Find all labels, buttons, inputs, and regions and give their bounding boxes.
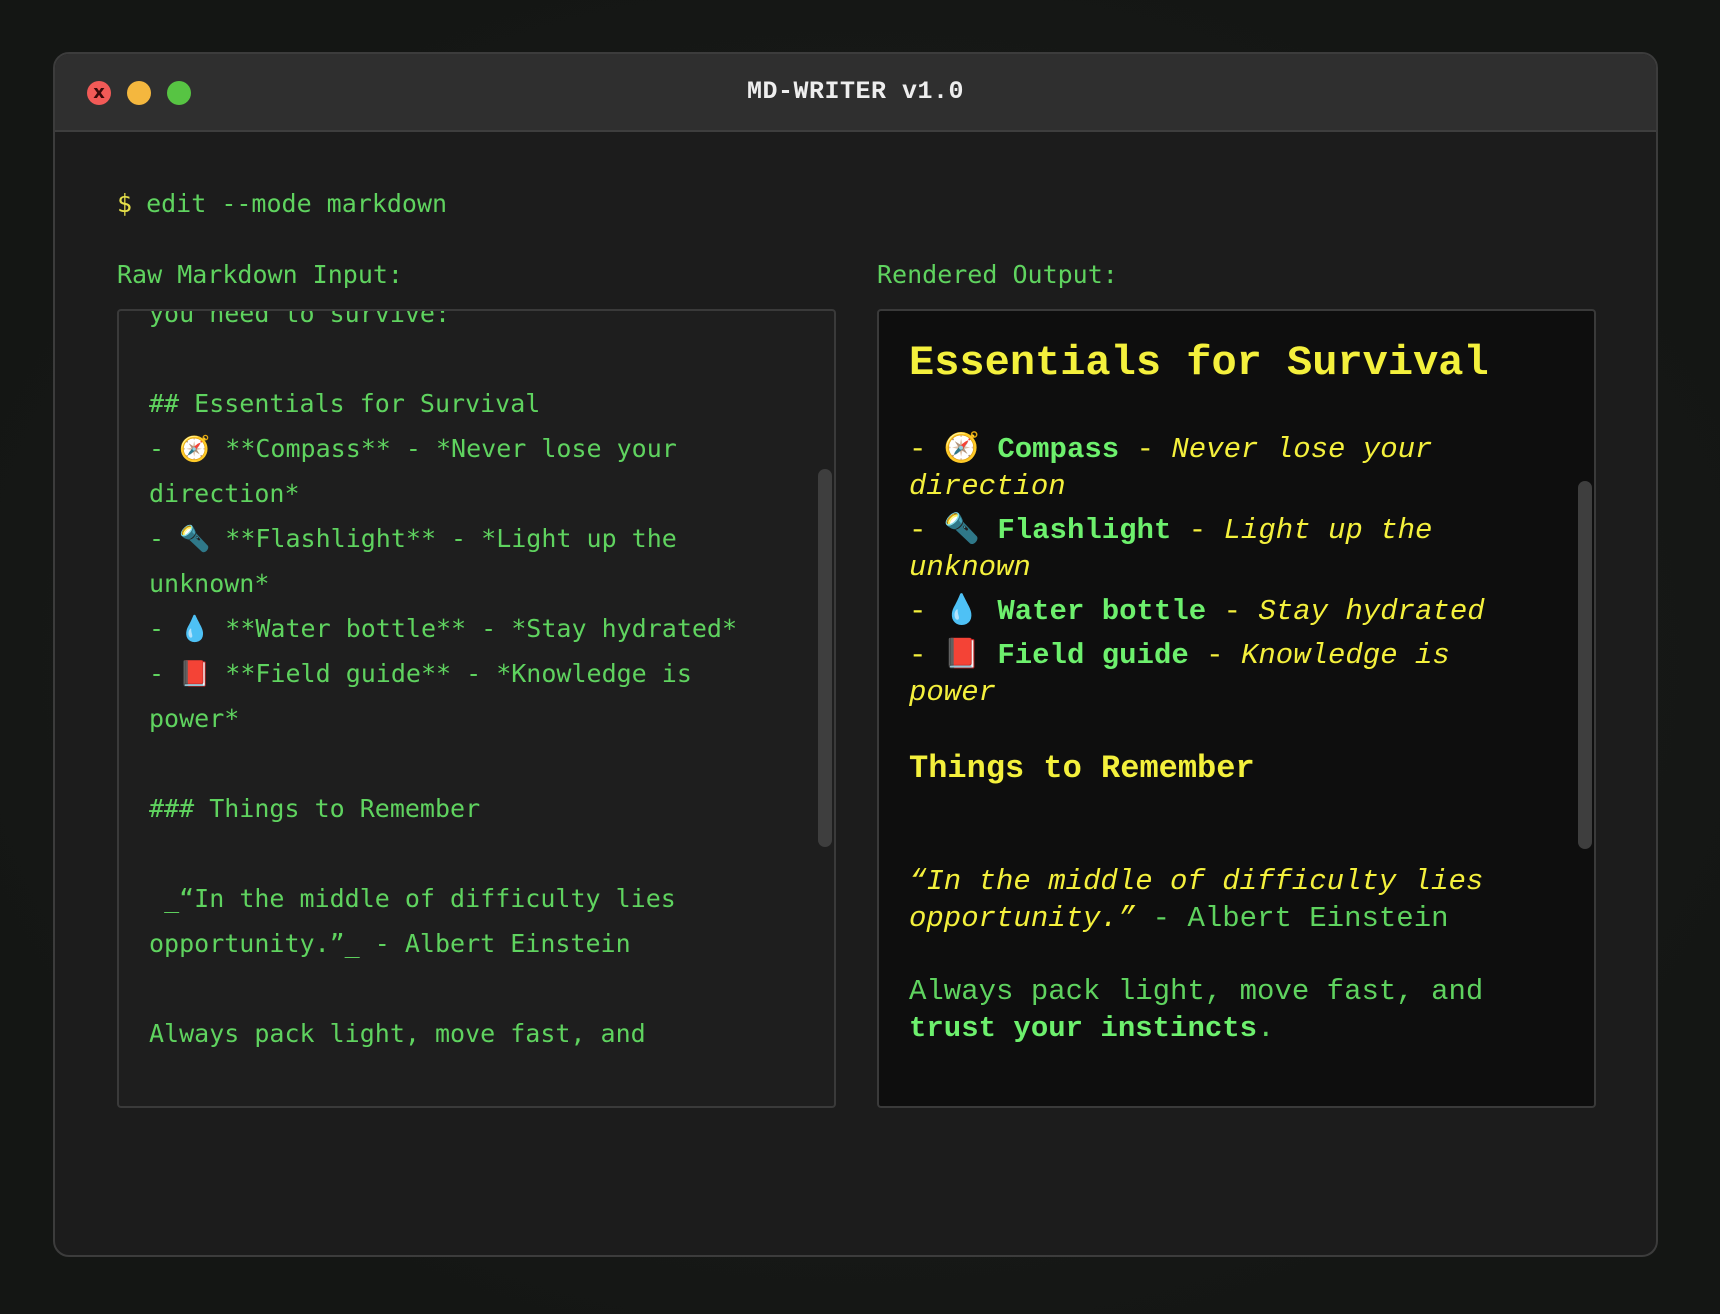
paragraph-end: .	[1257, 1012, 1275, 1045]
rendered-heading: Essentials for Survival	[909, 339, 1489, 387]
markdown-input-textarea[interactable]: you need to survive: ## Essentials for S…	[149, 311, 789, 1056]
item-sep: -	[1206, 639, 1224, 672]
list-item: - 🔦 Flashlight - Light up the unknown	[909, 510, 1549, 586]
compass-icon: 🧭	[943, 430, 980, 464]
paragraph-text: Always pack light, move fast, and	[909, 975, 1484, 1008]
item-bold: Water bottle	[997, 595, 1207, 628]
window-title: MD-WRITER v1.0	[746, 77, 965, 106]
output-label: Rendered Output:	[877, 260, 1118, 289]
list-item: - 💧 Water bottle - Stay hydrated	[909, 591, 1549, 630]
prompt-symbol: $	[117, 189, 133, 218]
quote-attribution: - Albert Einstein	[1135, 902, 1449, 935]
item-sep: -	[1223, 595, 1241, 628]
water-drop-icon: 💧	[943, 592, 980, 626]
item-sep: -	[1136, 433, 1154, 466]
list-item: - 📕 Field guide - Knowledge is power	[909, 635, 1549, 711]
command-prompt: $ edit --mode markdown	[117, 189, 447, 218]
input-label: Raw Markdown Input:	[117, 260, 403, 289]
item-bold: Flashlight	[997, 514, 1172, 547]
item-bold: Compass	[997, 433, 1120, 466]
rendered-paragraph: Always pack light, move fast, and trust …	[909, 973, 1549, 1047]
list-dash: -	[909, 595, 927, 628]
paragraph-bold: trust your instincts	[909, 1012, 1258, 1045]
list-dash: -	[909, 514, 927, 547]
rendered-quote: “In the middle of difficulty lies opport…	[909, 863, 1549, 937]
item-italic: Never lose your direction	[909, 433, 1433, 503]
markdown-input-panel[interactable]: you need to survive: ## Essentials for S…	[117, 309, 836, 1108]
list-dash: -	[909, 639, 927, 672]
item-sep: -	[1188, 514, 1207, 547]
rendered-output-panel: Essentials for Survival - 🧭 Compass - Ne…	[877, 309, 1596, 1108]
book-icon: 📕	[943, 636, 980, 670]
app-window: x MD-WRITER v1.0 $ edit --mode markdown R…	[53, 52, 1658, 1257]
list-dash: -	[909, 433, 927, 466]
rendered-subheading: Things to Remember	[909, 750, 1255, 787]
item-italic: Light up the unknown	[909, 514, 1433, 584]
rendered-list: - 🧭 Compass - Never lose your direction …	[909, 429, 1549, 711]
rendered-content: Essentials for Survival - 🧭 Compass - Ne…	[909, 335, 1549, 1047]
output-scrollbar[interactable]	[1578, 481, 1592, 849]
flashlight-icon: 🔦	[943, 511, 980, 545]
prompt-command: edit --mode markdown	[146, 189, 448, 218]
input-scrollbar[interactable]	[818, 469, 832, 847]
item-bold: Field guide	[997, 639, 1189, 672]
title-bar: x MD-WRITER v1.0	[55, 54, 1656, 132]
list-item: - 🧭 Compass - Never lose your direction	[909, 429, 1549, 505]
item-italic: Stay hydrated	[1258, 595, 1485, 628]
